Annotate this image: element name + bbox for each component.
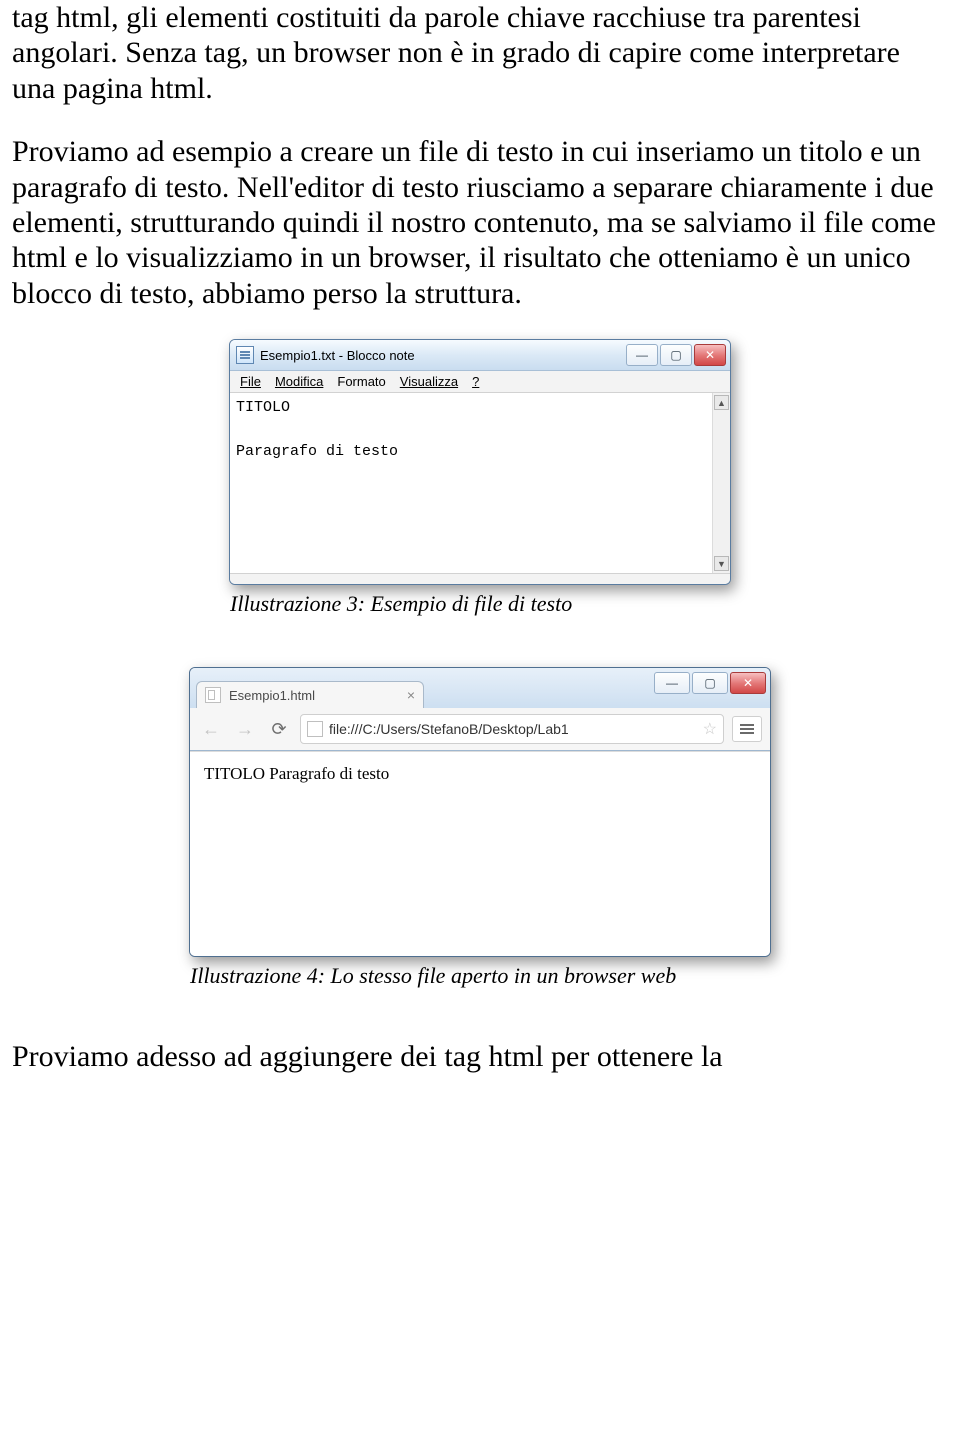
menu-modifica[interactable]: Modifica bbox=[275, 374, 323, 389]
browser-tabstrip: Esempio1.html × — ▢ ✕ bbox=[190, 668, 770, 708]
reload-icon: ⟳ bbox=[271, 719, 286, 740]
browser-tab[interactable]: Esempio1.html × bbox=[196, 681, 424, 708]
page-body-text: TITOLO Paragrafo di testo bbox=[204, 764, 389, 783]
maximize-icon: ▢ bbox=[704, 676, 715, 690]
hamburger-icon bbox=[740, 724, 754, 734]
notepad-window: Esempio1.txt - Blocco note — ▢ ✕ File Mo… bbox=[229, 339, 731, 585]
maximize-button[interactable]: ▢ bbox=[660, 344, 692, 366]
minimize-icon: — bbox=[666, 676, 678, 690]
bookmark-star-icon[interactable]: ☆ bbox=[703, 719, 717, 739]
notepad-line-2: Paragrafo di testo bbox=[236, 443, 398, 460]
figure-browser-caption: Illustrazione 4: Lo stesso file aperto i… bbox=[190, 963, 770, 989]
browser-window: Esempio1.html × — ▢ ✕ ← → ⟳ file:// bbox=[189, 667, 771, 957]
notepad-line-1: TITOLO bbox=[236, 399, 290, 416]
notepad-menubar: File Modifica Formato Visualizza ? bbox=[230, 371, 730, 393]
browser-viewport: TITOLO Paragrafo di testo bbox=[190, 751, 770, 956]
browser-maximize-button[interactable]: ▢ bbox=[692, 672, 728, 694]
browser-toolbar: ← → ⟳ file:///C:/Users/StefanoB/Desktop/… bbox=[190, 708, 770, 750]
address-bar-text: file:///C:/Users/StefanoB/Desktop/Lab1 bbox=[329, 721, 569, 737]
notepad-title: Esempio1.txt - Blocco note bbox=[260, 348, 626, 363]
browser-menu-button[interactable] bbox=[732, 716, 762, 742]
menu-file[interactable]: File bbox=[240, 374, 261, 389]
forward-button[interactable]: → bbox=[232, 717, 258, 741]
scroll-up-icon[interactable]: ▲ bbox=[714, 395, 729, 410]
maximize-icon: ▢ bbox=[670, 348, 681, 362]
paragraph-2: Proviamo ad esempio a creare un file di … bbox=[12, 134, 948, 311]
paragraph-3: Proviamo adesso ad aggiungere dei tag ht… bbox=[12, 1039, 948, 1074]
forward-icon: → bbox=[236, 719, 254, 740]
page-icon bbox=[307, 721, 323, 737]
figure-browser: Esempio1.html × — ▢ ✕ ← → ⟳ file:// bbox=[12, 667, 948, 989]
address-bar[interactable]: file:///C:/Users/StefanoB/Desktop/Lab1 ☆ bbox=[300, 714, 724, 744]
close-button[interactable]: ✕ bbox=[694, 344, 726, 366]
tab-close-button[interactable]: × bbox=[407, 687, 415, 703]
close-icon: ✕ bbox=[743, 676, 753, 690]
paragraph-1: tag html, gli elementi costituiti da par… bbox=[12, 0, 948, 106]
figure-notepad-caption: Illustrazione 3: Esempio di file di test… bbox=[230, 591, 730, 617]
scroll-down-icon[interactable]: ▼ bbox=[714, 556, 729, 571]
menu-formato[interactable]: Formato bbox=[337, 374, 385, 389]
reload-button[interactable]: ⟳ bbox=[266, 717, 292, 741]
browser-close-button[interactable]: ✕ bbox=[730, 672, 766, 694]
tab-favicon-icon bbox=[205, 687, 221, 703]
notepad-scrollbar[interactable]: ▲ ▼ bbox=[712, 393, 730, 573]
back-button[interactable]: ← bbox=[198, 717, 224, 741]
notepad-app-icon bbox=[236, 346, 254, 364]
minimize-button[interactable]: — bbox=[626, 344, 658, 366]
notepad-text-area[interactable]: TITOLO Paragrafo di testo bbox=[230, 393, 712, 573]
notepad-titlebar: Esempio1.txt - Blocco note — ▢ ✕ bbox=[230, 340, 730, 371]
minimize-icon: — bbox=[636, 348, 648, 362]
tab-title: Esempio1.html bbox=[229, 688, 315, 703]
figure-notepad: Esempio1.txt - Blocco note — ▢ ✕ File Mo… bbox=[12, 339, 948, 617]
browser-minimize-button[interactable]: — bbox=[654, 672, 690, 694]
menu-visualizza[interactable]: Visualizza bbox=[400, 374, 458, 389]
menu-help[interactable]: ? bbox=[472, 374, 479, 389]
notepad-statusbar bbox=[230, 573, 730, 584]
close-icon: ✕ bbox=[705, 348, 715, 362]
back-icon: ← bbox=[202, 719, 220, 740]
